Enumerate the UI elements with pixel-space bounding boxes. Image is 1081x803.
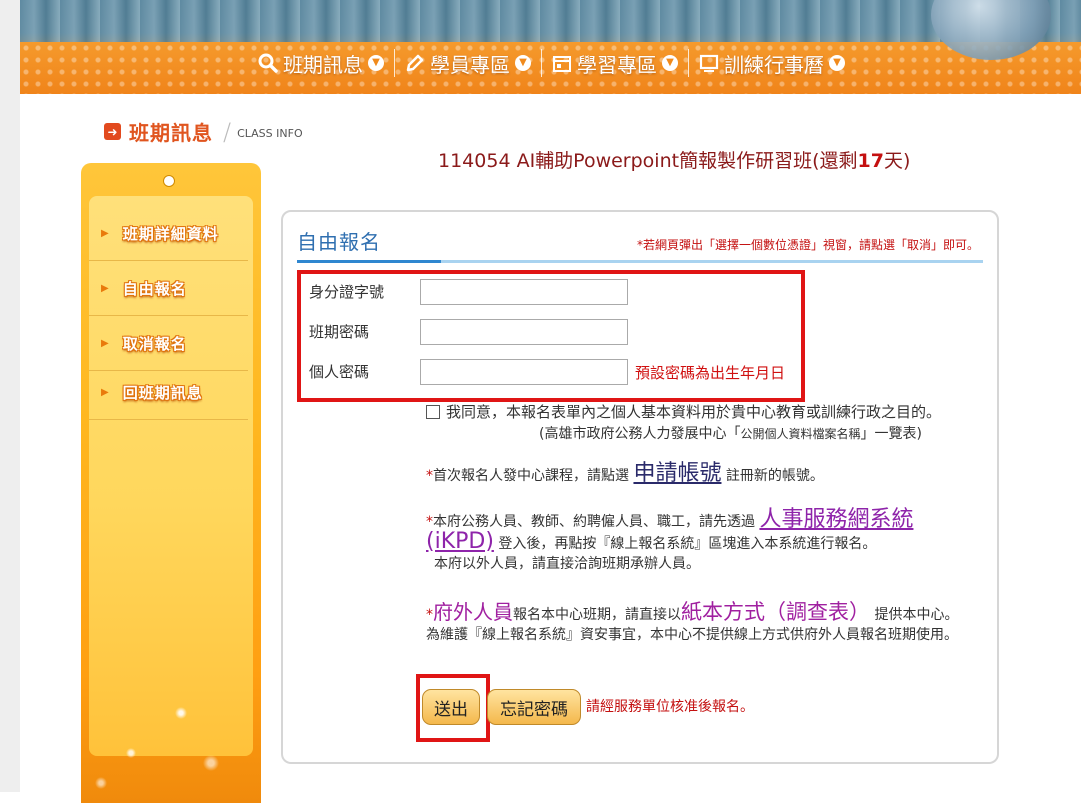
sidebar: ▶ 班期詳細資料 ▶ 自由報名 ▶ 取消報名 ▶ 回班期訊息 (81, 163, 261, 803)
approval-note: 請經服務單位核准後報名。 (586, 699, 754, 715)
class-password-input[interactable] (420, 319, 628, 345)
triangle-right-icon: ▶ (101, 227, 109, 239)
staff-text-b: 登入後，再點按『線上報名系統』區塊進入本系統進行報名。 (498, 536, 877, 552)
section-subtitle: CLASS INFO (237, 126, 303, 140)
staff-text-c: 本府以外人員，請直接洽詢班期承辦人員。 (434, 556, 700, 572)
sidebar-sparkles (81, 693, 261, 803)
section-title-text: 班期訊息 (129, 121, 213, 145)
registration-form: 自由報名 *若網頁彈出「選擇一個數位憑證」視窗，請點選「取消」即可。 身分證字號… (281, 210, 999, 764)
tab-underline (297, 260, 441, 263)
staff-paragraph: *本府公務人員、教師、約聘僱人員、職工，請先透過 人事服務網系統(iKPD) 登… (426, 509, 966, 574)
personal-password-label: 個人密碼 (309, 363, 370, 381)
sidebar-ring-hole (163, 175, 175, 187)
form-tab-title: 自由報名 (297, 230, 381, 254)
sidebar-item-label: 班期詳細資料 (122, 224, 219, 243)
submit-button[interactable]: 送出 (422, 689, 480, 725)
title-divider: / (223, 117, 232, 146)
outside-text-a: 報名本中心班期，請直接以 (513, 607, 681, 623)
sidebar-item-class-details[interactable]: ▶ 班期詳細資料 (89, 206, 248, 261)
days-remaining: 17 (857, 150, 884, 172)
triangle-right-icon: ▶ (101, 282, 109, 294)
staff-text-a: 本府公務人員、教師、約聘僱人員、職工，請先透過 (433, 514, 755, 530)
main-nav: 班期訊息 ▼ 學員專區 ▼ 學習專區 ▼ 訓練行事曆 ▼ (248, 46, 855, 80)
nav-label: 學習專區 (577, 52, 657, 77)
chevron-down-icon: ▼ (368, 55, 384, 71)
outside-method: 紙本方式（調查表） (681, 600, 870, 624)
sidebar-item-free-registration[interactable]: ▶ 自由報名 (89, 261, 248, 316)
chevron-down-icon: ▼ (662, 55, 678, 71)
nav-item-learning-area[interactable]: 學習專區 ▼ (542, 48, 688, 78)
calendar-icon (552, 53, 572, 73)
certificate-notice: *若網頁彈出「選擇一個數位憑證」視窗，請點選「取消」即可。 (636, 238, 979, 252)
nav-label: 班期訊息 (283, 52, 363, 77)
triangle-right-icon: ▶ (101, 386, 109, 398)
class-title-suffix: 天) (883, 150, 911, 172)
chevron-down-icon: ▼ (515, 55, 531, 71)
left-gutter (0, 0, 20, 792)
section-title: ➜ 班期訊息 / CLASS INFO (104, 117, 303, 146)
id-number-input[interactable] (420, 279, 628, 305)
pencil-icon (405, 53, 425, 73)
agree-checkbox[interactable] (426, 404, 440, 419)
id-number-label: 身分證字號 (309, 283, 385, 301)
sidebar-item-label: 回班期訊息 (122, 383, 203, 402)
nav-item-student-area[interactable]: 學員專區 ▼ (395, 48, 541, 78)
agree-text: 我同意，本報名表單內之個人基本資料用於貴中心教育或訓練行政之目的。 (446, 403, 942, 421)
outside-title: 府外人員 (433, 600, 513, 624)
agree-row: 我同意，本報名表單內之個人基本資料用於貴中心教育或訓練行政之目的。 (426, 401, 941, 422)
nav-label: 學員專區 (430, 52, 510, 77)
triangle-right-icon: ▶ (101, 337, 109, 349)
personal-password-input[interactable] (420, 359, 628, 385)
agree-source-c: 」一覽表) (860, 426, 922, 442)
nav-item-training-calendar[interactable]: 訓練行事曆 ▼ (689, 48, 855, 78)
agree-source-b: 公開個人資料檔案名稱 (740, 427, 861, 441)
class-password-label: 班期密碼 (309, 323, 370, 341)
arrow-right-icon: ➜ (104, 123, 121, 140)
sidebar-item-label: 取消報名 (122, 334, 187, 353)
search-icon (258, 53, 278, 73)
asterisk: * (426, 468, 433, 484)
agree-source-a: (高雄市政府公務人力發展中心「 (539, 426, 741, 442)
first-time-text-a: 首次報名人發中心課程，請點選 (433, 468, 629, 484)
first-time-paragraph: *首次報名人發中心課程，請點選 申請帳號 註冊新的帳號。 (426, 461, 966, 486)
nav-item-class-info[interactable]: 班期訊息 ▼ (248, 48, 394, 78)
asterisk: * (426, 514, 433, 530)
outside-paragraph: *府外人員報名本中心班期，請直接以紙本方式（調查表） 提供本中心。為維護『線上報… (426, 602, 966, 645)
sidebar-item-cancel-registration[interactable]: ▶ 取消報名 (89, 316, 248, 371)
asterisk: * (426, 607, 433, 623)
sidebar-item-label: 自由報名 (122, 279, 187, 298)
chevron-down-icon: ▼ (829, 55, 845, 71)
agree-source: (高雄市政府公務人力發展中心「公開個人資料檔案名稱」一覽表) (539, 423, 922, 443)
nav-label: 訓練行事曆 (724, 52, 824, 77)
sidebar-item-back-to-class-info[interactable]: ▶ 回班期訊息 (89, 365, 248, 420)
class-title: 114054 AI輔助Powerpoint簡報製作研習班(還剩17天) (438, 146, 910, 173)
banner-cityscape (20, 0, 1081, 42)
first-time-text-b: 註冊新的帳號。 (725, 468, 824, 484)
forgot-password-button[interactable]: 忘記密碼 (487, 689, 581, 725)
password-hint: 預設密碼為出生年月日 (635, 364, 786, 382)
screen-icon (699, 53, 719, 73)
class-title-prefix: 114054 AI輔助Powerpoint簡報製作研習班(還剩 (438, 150, 858, 172)
apply-account-link[interactable]: 申請帳號 (633, 461, 721, 486)
form-header: 自由報名 *若網頁彈出「選擇一個數位憑證」視窗，請點選「取消」即可。 (297, 226, 983, 263)
